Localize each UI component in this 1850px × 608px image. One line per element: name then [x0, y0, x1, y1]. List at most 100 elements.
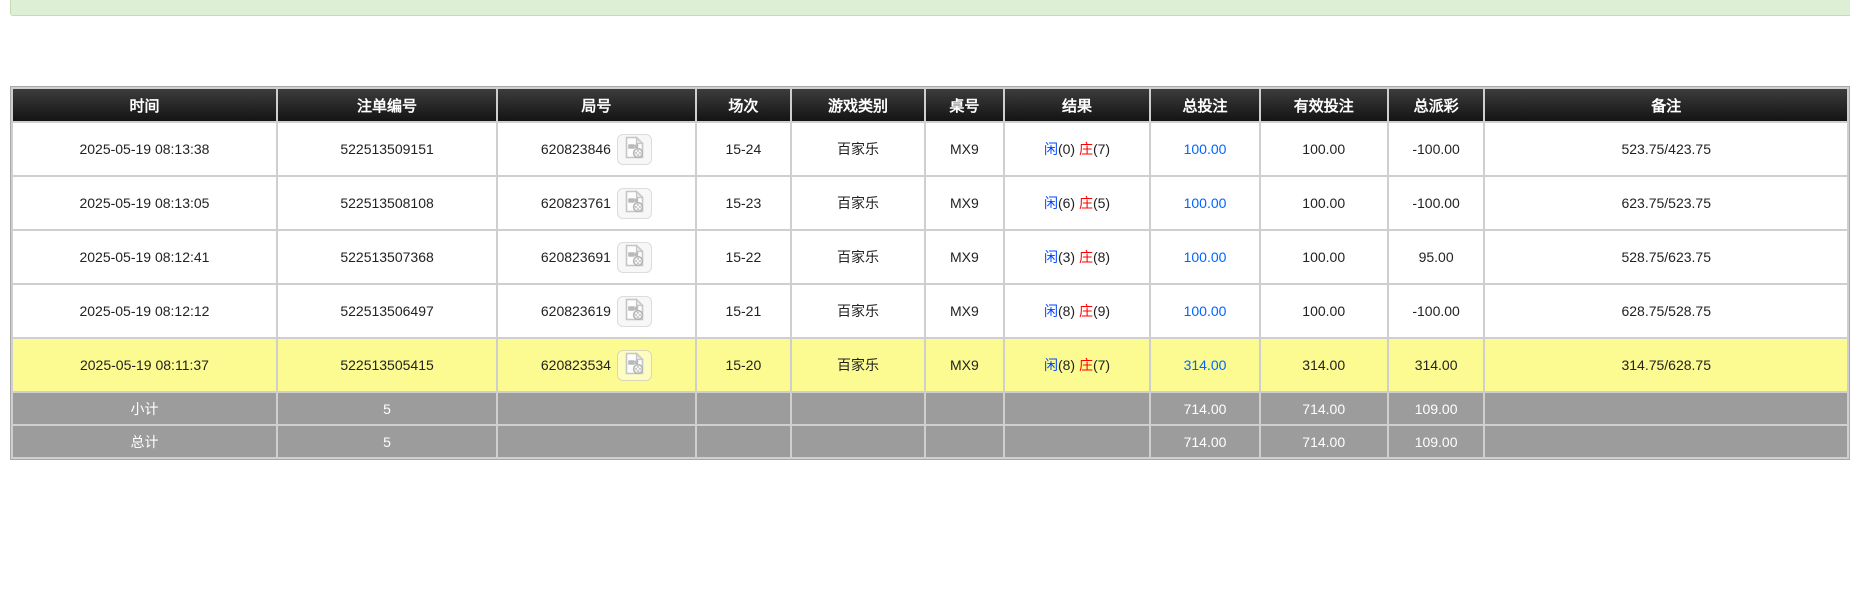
cell-round: 620823619 — [498, 285, 694, 337]
summary-empty-round — [498, 393, 694, 424]
success-alert-bar — [10, 0, 1850, 16]
summary-valid-bet: 714.00 — [1261, 393, 1387, 424]
bet-records-table: 时间注单编号局号场次游戏类别桌号结果总投注有效投注总派彩备注 2025-05-1… — [10, 86, 1850, 460]
bet-row[interactable]: 2025-05-19 08:13:05522513508108 620823761… — [13, 177, 1847, 229]
column-header-table-no: 桌号 — [926, 89, 1003, 121]
result-banker-score: (7) — [1093, 357, 1110, 373]
cell-bet-id: 522513507368 — [278, 231, 496, 283]
result-player-score: (8) — [1058, 303, 1079, 319]
cell-remark: 528.75/623.75 — [1485, 231, 1847, 283]
cell-payout: -100.00 — [1389, 285, 1484, 337]
header-row: 时间注单编号局号场次游戏类别桌号结果总投注有效投注总派彩备注 — [13, 89, 1847, 121]
result-player-label: 闲 — [1044, 195, 1058, 211]
total-bet-link[interactable]: 100.00 — [1184, 249, 1227, 265]
video-replay-button[interactable] — [617, 188, 652, 219]
cell-session: 15-23 — [697, 177, 790, 229]
cell-table-no: MX9 — [926, 285, 1003, 337]
cell-total-bet: 100.00 — [1151, 123, 1258, 175]
total-bet-link[interactable]: 314.00 — [1184, 357, 1227, 373]
summary-payout: 109.00 — [1389, 393, 1484, 424]
cell-time: 2025-05-19 08:12:41 — [13, 231, 276, 283]
bet-row[interactable]: 2025-05-19 08:12:41522513507368 620823691… — [13, 231, 1847, 283]
cell-valid-bet: 100.00 — [1261, 285, 1387, 337]
cell-valid-bet: 100.00 — [1261, 177, 1387, 229]
cell-round: 620823761 — [498, 177, 694, 229]
column-header-time: 时间 — [13, 89, 276, 121]
column-header-remark: 备注 — [1485, 89, 1847, 121]
cell-total-bet: 100.00 — [1151, 177, 1258, 229]
summary-empty-table-no — [926, 426, 1003, 457]
cell-result: 闲(3) 庄(8) — [1005, 231, 1150, 283]
cell-session: 15-20 — [697, 339, 790, 391]
round-cell: 620823761 — [502, 188, 690, 219]
film-file-icon — [624, 352, 645, 378]
result-player-label: 闲 — [1044, 303, 1058, 319]
result-banker-score: (8) — [1093, 249, 1110, 265]
cell-total-bet: 314.00 — [1151, 339, 1258, 391]
round-number: 620823761 — [541, 195, 611, 211]
summary-count: 5 — [278, 393, 496, 424]
total-bet-link[interactable]: 100.00 — [1184, 303, 1227, 319]
bet-row[interactable]: 2025-05-19 08:12:12522513506497 620823619… — [13, 285, 1847, 337]
cell-result: 闲(8) 庄(9) — [1005, 285, 1150, 337]
column-header-result: 结果 — [1005, 89, 1150, 121]
cell-table-no: MX9 — [926, 177, 1003, 229]
result-banker-label: 庄 — [1079, 195, 1093, 211]
bet-records-table-wrap: 时间注单编号局号场次游戏类别桌号结果总投注有效投注总派彩备注 2025-05-1… — [10, 86, 1850, 460]
summary-total-bet: 714.00 — [1151, 426, 1258, 457]
cell-remark: 628.75/528.75 — [1485, 285, 1847, 337]
cell-bet-id: 522513508108 — [278, 177, 496, 229]
round-number: 620823691 — [541, 249, 611, 265]
cell-session: 15-21 — [697, 285, 790, 337]
result-player-label: 闲 — [1044, 141, 1058, 157]
cell-bet-id: 522513506497 — [278, 285, 496, 337]
cell-result: 闲(6) 庄(5) — [1005, 177, 1150, 229]
result-banker-score: (7) — [1093, 141, 1110, 157]
result-player-score: (8) — [1058, 357, 1079, 373]
total-bet-link[interactable]: 100.00 — [1184, 195, 1227, 211]
result-banker-label: 庄 — [1079, 357, 1093, 373]
cell-session: 15-24 — [697, 123, 790, 175]
summary-row-subtotal: 小计5714.00714.00109.00 — [13, 393, 1847, 424]
result-banker-score: (9) — [1093, 303, 1110, 319]
total-bet-link[interactable]: 100.00 — [1184, 141, 1227, 157]
video-replay-button[interactable] — [617, 242, 652, 273]
cell-game-type: 百家乐 — [792, 285, 924, 337]
round-number: 620823619 — [541, 303, 611, 319]
cell-game-type: 百家乐 — [792, 231, 924, 283]
column-header-session: 场次 — [697, 89, 790, 121]
result-player-label: 闲 — [1044, 357, 1058, 373]
column-header-valid-bet: 有效投注 — [1261, 89, 1387, 121]
result-player-score: (3) — [1058, 249, 1079, 265]
summary-payout: 109.00 — [1389, 426, 1484, 457]
cell-time: 2025-05-19 08:12:12 — [13, 285, 276, 337]
result-banker-label: 庄 — [1079, 249, 1093, 265]
result-banker-label: 庄 — [1079, 303, 1093, 319]
cell-total-bet: 100.00 — [1151, 231, 1258, 283]
cell-table-no: MX9 — [926, 231, 1003, 283]
cell-valid-bet: 100.00 — [1261, 231, 1387, 283]
cell-result: 闲(0) 庄(7) — [1005, 123, 1150, 175]
result-banker-score: (5) — [1093, 195, 1110, 211]
video-replay-button[interactable] — [617, 296, 652, 327]
table-body: 2025-05-19 08:13:38522513509151620823846… — [13, 123, 1847, 457]
cell-table-no: MX9 — [926, 123, 1003, 175]
bet-row[interactable]: 2025-05-19 08:13:38522513509151620823846… — [13, 123, 1847, 175]
summary-empty-session — [697, 393, 790, 424]
cell-time: 2025-05-19 08:13:05 — [13, 177, 276, 229]
summary-empty-remark — [1485, 426, 1847, 457]
summary-empty-game — [792, 426, 924, 457]
video-replay-button[interactable] — [617, 134, 652, 165]
cell-game-type: 百家乐 — [792, 123, 924, 175]
cell-table-no: MX9 — [926, 339, 1003, 391]
cell-bet-id: 522513505415 — [278, 339, 496, 391]
bet-row[interactable]: 2025-05-19 08:11:37522513505415620823534… — [13, 339, 1847, 391]
cell-remark: 623.75/523.75 — [1485, 177, 1847, 229]
result-player-score: (0) — [1058, 141, 1079, 157]
cell-payout: 95.00 — [1389, 231, 1484, 283]
summary-empty-session — [697, 426, 790, 457]
round-number: 620823846 — [541, 141, 611, 157]
video-replay-button[interactable] — [617, 350, 652, 381]
summary-empty-result — [1005, 393, 1150, 424]
summary-empty-game — [792, 393, 924, 424]
